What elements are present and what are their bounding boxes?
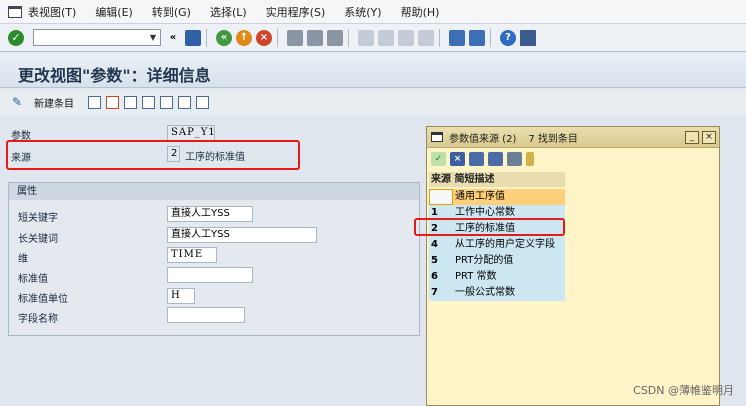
minimize-icon[interactable]: _ xyxy=(685,131,699,144)
popup-title-bar: 参数值来源 (2) 7 找到条目 _ × xyxy=(427,127,719,148)
select-all-icon[interactable] xyxy=(142,95,155,109)
chevron-down-icon[interactable]: ▼ xyxy=(146,30,160,45)
highlight-box-option xyxy=(414,218,565,236)
cancel-icon[interactable]: × xyxy=(256,29,272,46)
highlight-box-source xyxy=(6,140,300,170)
check-icon[interactable]: ✓ xyxy=(8,29,24,46)
dimension-field[interactable]: TIME xyxy=(167,247,217,263)
delete-icon[interactable] xyxy=(106,95,119,109)
back-arrow-icon[interactable]: « xyxy=(216,29,232,46)
list-item-key: 4 xyxy=(429,237,453,253)
previous-page-icon[interactable] xyxy=(378,29,394,46)
separator xyxy=(490,28,491,47)
menu-system[interactable]: 系统(Y) xyxy=(344,4,381,20)
standard-value-label: 标准值 xyxy=(18,274,48,285)
popup-hit-count: 7 找到条目 xyxy=(528,133,578,145)
list-item[interactable]: 5 PRT分配的值 xyxy=(429,253,565,269)
print-icon[interactable] xyxy=(287,29,303,46)
list-item-key: 6 xyxy=(429,269,453,285)
new-entries-button[interactable]: 新建条目 xyxy=(34,95,74,110)
print-icon[interactable] xyxy=(507,151,522,166)
menu-bar: 表视图(T) 编辑(E) 转到(G) 选择(L) 实用程序(S) 系统(Y) 帮… xyxy=(0,0,746,24)
command-field[interactable]: ▼ xyxy=(33,29,161,46)
new-session-icon[interactable] xyxy=(449,29,465,46)
short-key-label: 短关键字 xyxy=(18,213,58,224)
back-icon[interactable]: « xyxy=(165,30,181,46)
standard-toolbar: ✓ ▼ « « ↑ × ? xyxy=(0,24,746,52)
list-item-text: PRT 常数 xyxy=(453,269,565,285)
find-next-icon[interactable] xyxy=(327,29,343,46)
field-name-label: 字段名称 xyxy=(18,314,58,325)
undo-icon[interactable] xyxy=(124,95,137,109)
help-icon[interactable]: ? xyxy=(500,29,516,46)
next-page-icon[interactable] xyxy=(398,29,414,46)
confirm-icon[interactable]: ✓ xyxy=(431,151,446,166)
menu-icon[interactable] xyxy=(8,5,22,18)
list-item-key: 5 xyxy=(429,253,453,269)
last-page-icon[interactable] xyxy=(418,29,434,46)
list-item-text: 一般公式常数 xyxy=(453,285,565,301)
find-next-icon[interactable] xyxy=(488,151,503,166)
layout-menu-icon[interactable] xyxy=(520,29,536,46)
application-toolbar: ✎ 新建条目 xyxy=(0,89,746,115)
first-page-icon[interactable] xyxy=(358,29,374,46)
dimension-label: 维 xyxy=(18,254,28,265)
popup-toolbar: ✓ × xyxy=(427,148,719,169)
list-item-key: 7 xyxy=(429,285,453,301)
command-input[interactable] xyxy=(34,30,146,45)
param-field: SAP_Y1 xyxy=(167,125,215,141)
list-item[interactable]: 7 一般公式常数 xyxy=(429,285,565,301)
list-item-text: PRT分配的值 xyxy=(453,253,565,269)
find-icon[interactable] xyxy=(469,151,484,166)
list-item[interactable]: 6 PRT 常数 xyxy=(429,269,565,285)
menu-utilities[interactable]: 实用程序(S) xyxy=(266,4,326,20)
window-icon xyxy=(431,132,443,142)
list-item-text: 通用工序值 xyxy=(453,189,565,205)
find-icon[interactable] xyxy=(307,29,323,46)
value-help-popup: 参数值来源 (2) 7 找到条目 _ × ✓ × 来源 简短描述 通用工序值 1… xyxy=(426,126,720,406)
separator xyxy=(277,28,278,47)
long-key-field[interactable]: 直接人工YSS xyxy=(167,227,317,243)
exit-icon[interactable]: ↑ xyxy=(236,29,252,46)
menu-edit[interactable]: 编辑(E) xyxy=(95,4,133,20)
menu-help[interactable]: 帮助(H) xyxy=(401,4,440,20)
list-item[interactable]: 通用工序值 xyxy=(429,189,565,205)
standard-unit-label: 标准值单位 xyxy=(18,294,68,305)
popup-title: 参数值来源 (2) xyxy=(449,133,517,145)
cancel-icon[interactable]: × xyxy=(450,151,465,166)
separator xyxy=(348,28,349,47)
popup-column-header: 来源 简短描述 xyxy=(429,172,565,187)
list-item-key xyxy=(429,189,453,205)
variant-icon[interactable] xyxy=(196,95,209,109)
list-item[interactable]: 4 从工序的用户定义字段 xyxy=(429,237,565,253)
watermark: CSDN @薄帷鉴明月 xyxy=(633,384,734,397)
more-icon[interactable] xyxy=(526,151,534,166)
group-title: 属性 xyxy=(9,183,419,200)
save-icon[interactable] xyxy=(185,29,201,46)
standard-value-field[interactable] xyxy=(167,267,253,283)
menu-table-view[interactable]: 表视图(T) xyxy=(28,4,76,20)
list-item-text: 从工序的用户定义字段 xyxy=(453,237,565,253)
separator xyxy=(439,28,440,47)
short-key-field[interactable]: 直接人工YSS xyxy=(167,206,253,222)
title-bar: 更改视图"参数"：详细信息 xyxy=(0,53,746,88)
standard-unit-field[interactable]: H xyxy=(167,288,195,304)
menu-goto[interactable]: 转到(G) xyxy=(152,4,191,20)
menu-selection[interactable]: 选择(L) xyxy=(210,4,247,20)
long-key-label: 长关键词 xyxy=(18,234,58,245)
copy-icon[interactable] xyxy=(88,95,101,109)
previous-entry-icon[interactable] xyxy=(160,95,173,109)
close-icon[interactable]: × xyxy=(702,131,716,144)
field-name-field[interactable] xyxy=(167,307,245,323)
separator xyxy=(206,28,207,47)
new-entries-icon[interactable]: ✎ xyxy=(12,95,28,109)
shortcut-icon[interactable] xyxy=(469,29,485,46)
page-title: 更改视图"参数"：详细信息 xyxy=(18,66,211,85)
next-entry-icon[interactable] xyxy=(178,95,191,109)
